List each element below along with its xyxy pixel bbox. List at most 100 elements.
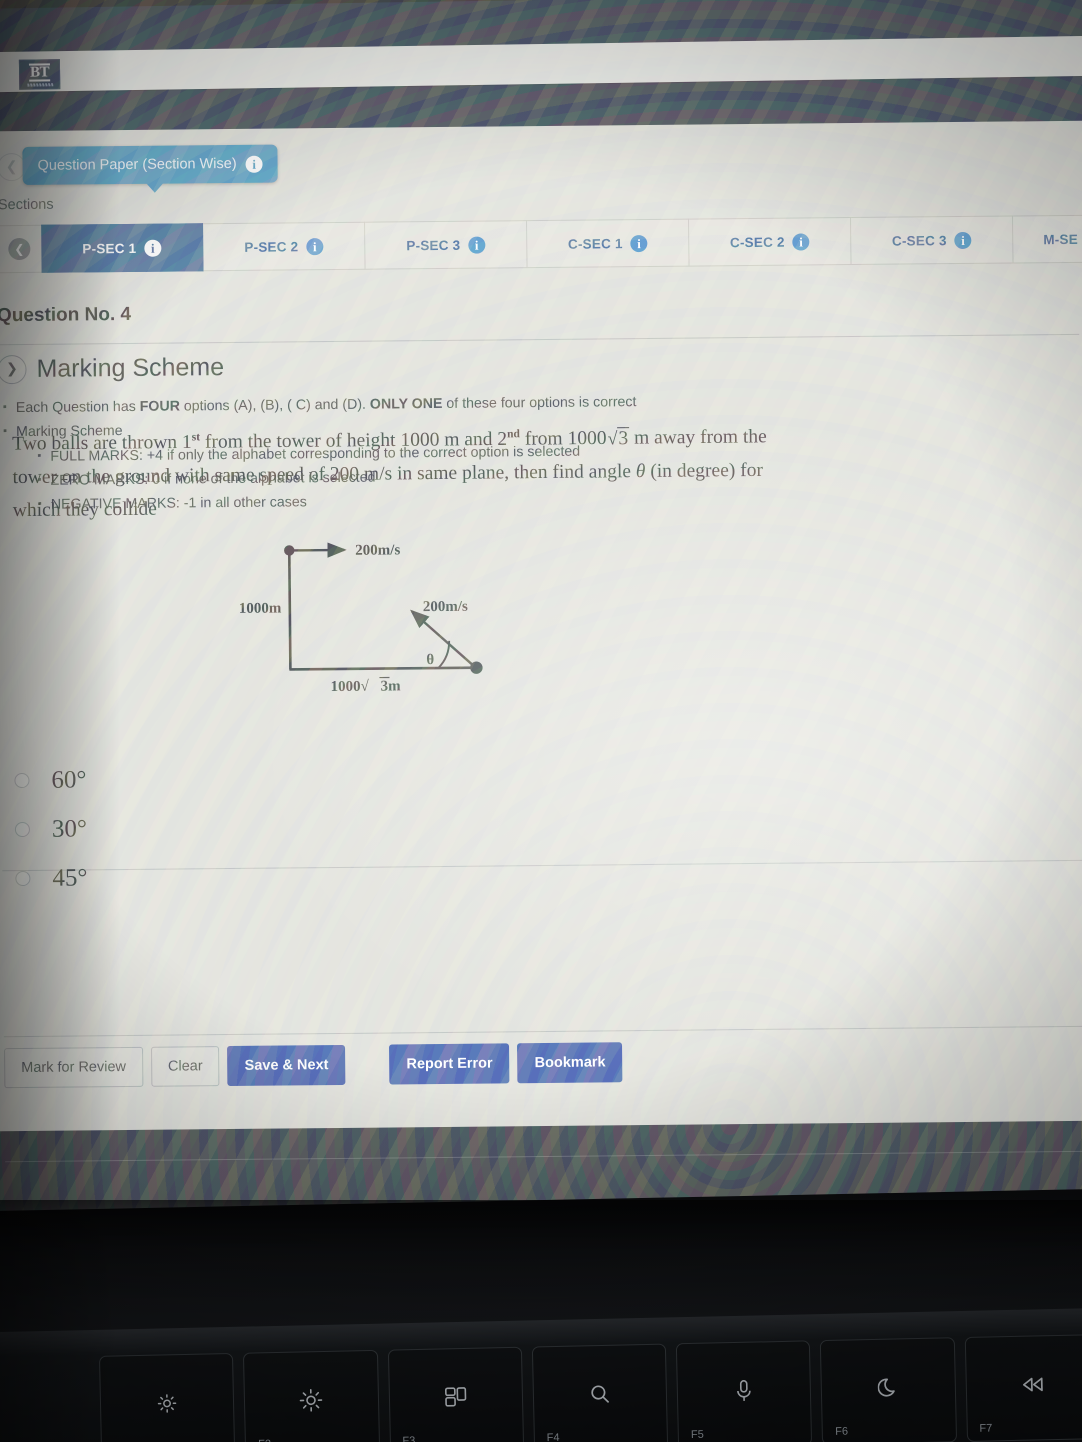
option-label: 60° — [51, 765, 87, 794]
action-button-bar: Mark for Review Clear Save & Next Report… — [4, 1042, 623, 1089]
svg-text:3m: 3m — [380, 678, 401, 694]
question-text: Two balls are thrown 1st from the tower … — [12, 416, 783, 527]
key-f7[interactable]: F7 — [964, 1334, 1082, 1442]
app-top-bar: BT — [0, 35, 1082, 93]
tab-p-sec-3[interactable]: P-SEC 3 i — [365, 220, 528, 270]
mission-control-icon — [444, 1386, 466, 1407]
radio-option-2[interactable] — [14, 821, 31, 838]
tab-m-sec[interactable]: M-SE — [1013, 214, 1082, 264]
tab-label: C-SEC 1 — [567, 235, 623, 252]
info-icon[interactable]: i — [306, 237, 324, 255]
marking-scheme-title: Marking Scheme — [36, 353, 225, 383]
laptop-screen: BT ❮ Question Paper (Section Wise) i Sec… — [0, 0, 1082, 1248]
divider — [3, 1025, 1082, 1038]
option-row-3[interactable]: 45° — [2, 848, 602, 903]
key-f4[interactable]: F4 — [531, 1343, 669, 1442]
tab-label: P-SEC 2 — [244, 238, 299, 255]
question-paper-tooltip[interactable]: Question Paper (Section Wise) i — [22, 144, 278, 185]
base-label: 1000√ 3m — [330, 676, 401, 695]
info-icon[interactable]: i — [468, 236, 486, 254]
velocity-top-label: 200m/s — [355, 542, 400, 558]
key-f6[interactable]: F6 — [820, 1337, 957, 1442]
option-label: 30° — [51, 814, 88, 843]
sqrt-icon — [606, 428, 617, 449]
tab-c-sec-2[interactable]: C-SEC 2 i — [689, 217, 852, 267]
ball-top — [284, 545, 295, 556]
save-and-next-button[interactable]: Save & Next — [227, 1044, 346, 1087]
brand-logo[interactable]: BT — [18, 59, 61, 90]
tab-c-sec-3[interactable]: C-SEC 3 i — [851, 215, 1014, 266]
report-error-button[interactable]: Report Error — [389, 1043, 510, 1085]
tab-p-sec-2[interactable]: P-SEC 2 i — [203, 221, 366, 272]
radicand-value: 3 — [617, 426, 630, 449]
option-row-2[interactable]: 30° — [2, 799, 602, 854]
do-not-disturb-moon-icon — [877, 1377, 895, 1397]
ordinal-nd: nd — [506, 428, 520, 441]
clear-button[interactable]: Clear — [150, 1046, 220, 1087]
question-text-part-1: Two balls are thrown 1 — [12, 431, 192, 455]
info-icon[interactable]: i — [792, 232, 810, 251]
tabs-prev-button[interactable]: ❮ — [0, 224, 42, 274]
question-text-part-3: from 1000 — [519, 427, 607, 450]
tab-label: C-SEC 3 — [891, 232, 947, 249]
info-icon[interactable]: i — [954, 231, 972, 249]
tab-label: M-SE — [1043, 231, 1078, 247]
info-icon[interactable]: i — [630, 234, 648, 252]
photo-of-laptop-screen: BT ❮ Question Paper (Section Wise) i Sec… — [0, 0, 1082, 1442]
key-label: F2 — [258, 1438, 271, 1442]
key-f5[interactable]: F5 — [675, 1340, 813, 1442]
microphone-icon — [737, 1379, 751, 1401]
brightness-up-icon — [300, 1388, 323, 1412]
physics-diagram: 200m/s 1000m 200m/s θ 1000√ 3m — [221, 526, 543, 709]
tab-label: P-SEC 1 — [82, 240, 137, 256]
tab-c-sec-1[interactable]: C-SEC 1 i — [527, 218, 690, 269]
svg-text:1000√: 1000√ — [330, 679, 369, 695]
key-label: F3 — [402, 1435, 416, 1442]
divider — [5, 1150, 1082, 1163]
search-icon — [591, 1384, 609, 1403]
diagram-svg: 200m/s 1000m 200m/s θ 1000√ 3m — [239, 542, 483, 695]
tab-label: C-SEC 2 — [729, 234, 785, 250]
question-paper-tooltip-label: Question Paper (Section Wise) — [37, 155, 237, 174]
key-f2[interactable]: F2 — [243, 1349, 380, 1442]
exam-app-surface: ❮ Question Paper (Section Wise) i Sectio… — [0, 120, 1082, 1163]
bookmark-button[interactable]: Bookmark — [517, 1042, 623, 1084]
key-label: F7 — [979, 1422, 993, 1435]
page-title: Question No. 4 — [0, 303, 132, 327]
angle-label: θ — [426, 652, 434, 668]
key-label: F4 — [546, 1431, 560, 1442]
rewind-icon — [1022, 1377, 1043, 1391]
chevron-left-icon: ❮ — [8, 237, 31, 261]
key-f1[interactable]: F1 — [98, 1352, 236, 1442]
theta-symbol: θ — [635, 460, 646, 482]
key-f3[interactable]: F3 — [387, 1346, 525, 1442]
key-label: F5 — [690, 1428, 704, 1442]
ordinal-st: st — [191, 431, 201, 444]
tower-line — [287, 550, 292, 670]
brand-logo-subtext — [26, 82, 53, 87]
option-row-1[interactable]: 60° — [1, 750, 601, 805]
marking-scheme-header[interactable]: ❯ Marking Scheme — [0, 353, 225, 385]
sections-label: Sections — [0, 196, 54, 214]
tab-label: P-SEC 3 — [406, 237, 461, 253]
radio-option-3[interactable] — [15, 870, 31, 887]
velocity-arrow-bottom — [410, 609, 474, 666]
mark-for-review-button[interactable]: Mark for Review — [4, 1046, 144, 1089]
chevron-down-icon[interactable]: ❯ — [0, 354, 27, 385]
info-icon[interactable]: i — [245, 155, 263, 173]
tab-p-sec-1[interactable]: P-SEC 1 i — [41, 223, 204, 273]
answer-options: 60° 30° 45° — [1, 750, 602, 903]
section-tabs: ❮ P-SEC 1 i P-SEC 2 i P-SEC 3 i C-SEC 1 … — [0, 214, 1082, 274]
height-label: 1000m — [239, 601, 282, 617]
question-text-part-2: from the tower of height 1000 m and 2 — [199, 428, 508, 453]
divider — [0, 333, 1080, 346]
radio-option-1[interactable] — [14, 772, 30, 789]
brand-logo-text: BT — [28, 62, 51, 82]
tooltip-pointer — [145, 182, 164, 193]
ground-line — [289, 666, 477, 671]
velocity-bottom-label: 200m/s — [423, 599, 468, 615]
info-icon[interactable]: i — [144, 239, 162, 257]
brightness-down-icon — [157, 1393, 177, 1413]
angle-arc — [437, 640, 451, 669]
option-label: 45° — [52, 863, 88, 892]
